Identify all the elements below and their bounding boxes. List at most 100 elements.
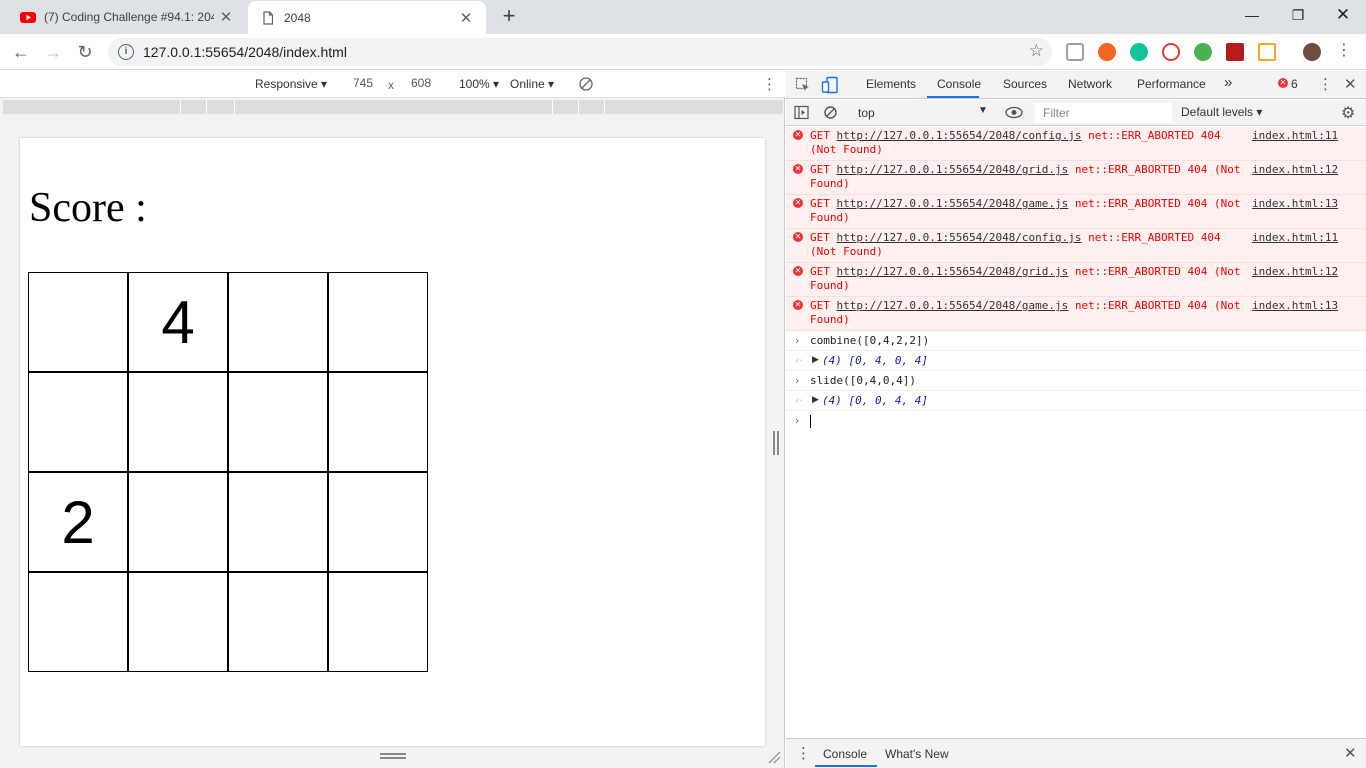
minimize-button[interactable]: — — [1229, 0, 1275, 30]
bookmark-star-icon[interactable]: ☆ — [1029, 41, 1044, 61]
more-tabs-icon[interactable]: » — [1224, 74, 1232, 91]
address-bar[interactable]: i 127.0.0.1:55654/2048/index.html ☆ — [108, 38, 1052, 66]
error-method: GET — [810, 231, 837, 244]
chevron-right-icon: › — [795, 374, 800, 387]
resize-width-handle[interactable] — [773, 431, 779, 455]
page-content: Score : 4 2 — [20, 138, 765, 746]
zoom-select[interactable]: 100% ▾ — [459, 77, 499, 91]
expand-triangle-icon[interactable]: ▶ — [812, 355, 819, 365]
source-link[interactable]: index.html:11 — [1252, 129, 1338, 142]
source-link[interactable]: index.html:13 — [1252, 197, 1338, 210]
drawer-tab-console[interactable]: Console — [823, 747, 867, 761]
console-input-entry: › slide([0,4,0,4]) — [786, 371, 1366, 391]
tab-strip: (7) Coding Challenge #94.1: 2048 ✕ 2048 … — [0, 0, 1366, 35]
expand-triangle-icon[interactable]: ▶ — [812, 395, 819, 405]
menu-dots-icon[interactable]: ⋮ — [1336, 40, 1352, 60]
width-input[interactable]: 745 — [341, 76, 385, 94]
tab-console[interactable]: Console — [937, 77, 981, 91]
info-icon[interactable]: i — [118, 44, 134, 60]
device-toolbar: Responsive ▾ 745 x 608 100% ▾ Online ▾ ⋮ — [0, 71, 785, 98]
prompt-chevron-icon: › — [795, 414, 800, 427]
close-tab-icon[interactable]: ✕ — [454, 9, 478, 27]
inspect-element-icon[interactable] — [795, 77, 811, 93]
error-method: GET — [810, 197, 837, 210]
error-icon: ✕ — [793, 164, 803, 174]
media-query-ruler[interactable] — [3, 100, 783, 114]
youtube-icon — [20, 12, 36, 23]
grid-cell — [228, 272, 328, 372]
grid-cell — [228, 372, 328, 472]
infinity-extension-icon[interactable] — [1098, 43, 1116, 61]
game-grid: 4 2 — [28, 272, 428, 672]
drawer-menu-icon[interactable]: ⋮ — [796, 744, 811, 762]
url-text[interactable]: 127.0.0.1:55654/2048/index.html — [143, 44, 347, 60]
height-input[interactable]: 608 — [399, 76, 443, 94]
source-link[interactable]: index.html:11 — [1252, 231, 1338, 244]
reload-icon[interactable]: ↻ — [73, 40, 97, 64]
co-extension-icon[interactable] — [1258, 43, 1276, 61]
error-badge-icon[interactable]: ✕ — [1278, 78, 1288, 88]
shield-extension-icon[interactable] — [1066, 43, 1084, 61]
gear-icon[interactable]: ⚙ — [1341, 103, 1355, 123]
tab-elements[interactable]: Elements — [866, 77, 916, 91]
devtools-menu-icon[interactable]: ⋮ — [1318, 75, 1333, 93]
eye-icon[interactable] — [1005, 106, 1023, 119]
drawer-tab-whats-new[interactable]: What's New — [885, 747, 949, 761]
grid-cell: 2 — [28, 472, 128, 572]
close-window-button[interactable]: ✕ — [1320, 0, 1366, 30]
clear-console-icon[interactable] — [823, 105, 838, 120]
grammarly-extension-icon[interactable] — [1130, 43, 1148, 61]
device-mode-select[interactable]: Responsive ▾ — [255, 77, 327, 91]
source-link[interactable]: index.html:12 — [1252, 265, 1338, 278]
tab-youtube[interactable]: (7) Coding Challenge #94.1: 2048 ✕ — [8, 0, 246, 34]
tab-performance[interactable]: Performance — [1137, 77, 1206, 91]
devtools-tab-bar: Elements Console Sources Network Perform… — [786, 71, 1366, 99]
emulated-viewport: Responsive ▾ 745 x 608 100% ▾ Online ▾ ⋮… — [0, 71, 785, 768]
restore-button[interactable]: ❐ — [1275, 0, 1321, 30]
tab-2048[interactable]: 2048 ✕ — [248, 1, 486, 35]
rotate-icon[interactable] — [578, 76, 594, 92]
error-url-link[interactable]: http://127.0.0.1:55654/2048/game.js — [837, 299, 1069, 312]
grid-cell — [128, 472, 228, 572]
error-url-link[interactable]: http://127.0.0.1:55654/2048/game.js — [837, 197, 1069, 210]
new-tab-button[interactable]: + — [497, 5, 521, 29]
filter-input[interactable]: Filter — [1035, 103, 1172, 123]
error-method: GET — [810, 265, 837, 278]
source-link[interactable]: index.html:13 — [1252, 299, 1338, 312]
close-devtools-icon[interactable]: ✕ — [1344, 75, 1357, 93]
back-icon[interactable]: ← — [9, 40, 33, 64]
grid-cell — [128, 572, 228, 672]
chevron-down-icon: ▼ — [978, 105, 988, 116]
grid-cell — [28, 372, 128, 472]
error-icon: ✕ — [793, 198, 803, 208]
result-text[interactable]: (4) [0, 0, 4, 4] — [822, 394, 928, 407]
close-drawer-icon[interactable]: ✕ — [1344, 744, 1357, 762]
error-url-link[interactable]: http://127.0.0.1:55654/2048/grid.js — [837, 265, 1069, 278]
context-select[interactable]: top ▼ — [850, 104, 990, 122]
resize-corner-icon[interactable] — [767, 750, 781, 764]
close-tab-icon[interactable]: ✕ — [214, 8, 238, 26]
error-url-link[interactable]: http://127.0.0.1:55654/2048/config.js — [837, 129, 1082, 142]
log-levels-select[interactable]: Default levels ▾ — [1181, 105, 1262, 119]
more-options-icon[interactable]: ⋮ — [762, 75, 777, 93]
error-url-link[interactable]: http://127.0.0.1:55654/2048/grid.js — [837, 163, 1069, 176]
source-link[interactable]: index.html:12 — [1252, 163, 1338, 176]
pdf-extension-icon[interactable] — [1226, 43, 1244, 61]
avatar[interactable] — [1303, 43, 1321, 61]
result-text[interactable]: (4) [0, 4, 0, 4] — [822, 354, 928, 367]
console-toolbar: top ▼ Filter Default levels ▾ ⚙ — [786, 100, 1366, 126]
error-icon: ✕ — [793, 130, 803, 140]
tab-network[interactable]: Network — [1068, 77, 1112, 91]
device-toggle-icon[interactable] — [821, 76, 839, 94]
error-url-link[interactable]: http://127.0.0.1:55654/2048/config.js — [837, 231, 1082, 244]
error-count[interactable]: 6 — [1291, 77, 1298, 91]
tab-sources[interactable]: Sources — [1003, 77, 1047, 91]
globe-extension-icon[interactable] — [1194, 43, 1212, 61]
forward-icon[interactable]: → — [41, 40, 65, 64]
throttle-select[interactable]: Online ▾ — [510, 77, 554, 91]
blocker-extension-icon[interactable] — [1162, 43, 1180, 61]
resize-height-handle[interactable] — [380, 753, 406, 759]
console-prompt[interactable]: › — [786, 411, 1366, 431]
sidebar-toggle-icon[interactable] — [794, 105, 809, 120]
error-icon: ✕ — [793, 300, 803, 310]
